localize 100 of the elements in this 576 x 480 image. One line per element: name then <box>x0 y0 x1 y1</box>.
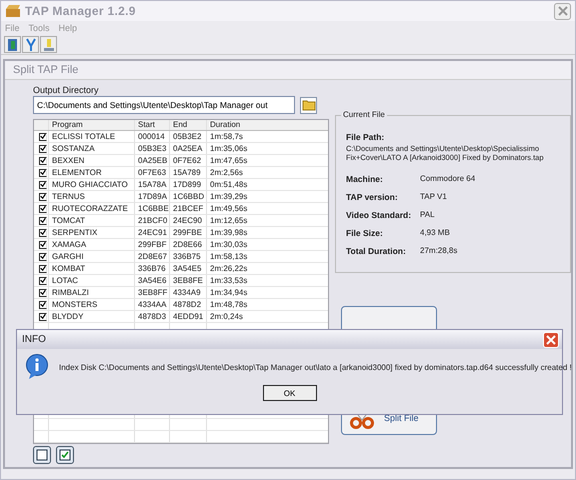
table-cell: 05B3E3 <box>135 143 170 154</box>
row-checkbox[interactable] <box>39 276 47 284</box>
table-cell-text: 1m:33,53s <box>209 275 248 286</box>
table-cell: KOMBAT <box>49 263 135 274</box>
tool-icon[interactable] <box>40 36 57 53</box>
row-checkbox[interactable] <box>39 252 47 260</box>
field-label: File Path: <box>346 132 386 142</box>
table-cell: SERPENTIX <box>49 227 135 238</box>
table-cell: 2D8E67 <box>135 251 170 262</box>
table-cell: 4878D2 <box>170 299 207 310</box>
dialog-title: INFO <box>22 334 46 345</box>
row-checkbox[interactable] <box>39 288 47 296</box>
table-cell: MURO GHIACCIATO <box>49 179 135 190</box>
row-checkbox[interactable] <box>39 300 47 308</box>
row-checkbox[interactable] <box>39 264 47 272</box>
table-cell-text: 2m:26,22s <box>209 263 248 274</box>
table-cell: 336B75 <box>170 251 207 262</box>
table-cell-text: 2m:2,56s <box>209 167 244 178</box>
window-title: TAP Manager 1.2.9 <box>25 4 136 18</box>
field-value: PAL <box>420 210 436 220</box>
table-cell: XAMAGA <box>49 239 135 250</box>
table-cell: 299FBE <box>170 227 207 238</box>
field-label: Machine: <box>346 174 384 184</box>
ok-button[interactable]: OK <box>262 385 316 401</box>
table-cell-text: 1m:39,98s <box>209 227 248 238</box>
table-cell: RIMBALZI <box>49 287 135 298</box>
table-cell-text: 1m:34,94s <box>209 287 248 298</box>
table-cell: ECLISSI TOTALE <box>49 131 135 142</box>
table-cell: 24EC90 <box>170 215 207 226</box>
row-checkbox[interactable] <box>39 144 47 152</box>
row-checkbox[interactable] <box>39 180 47 188</box>
table-cell-text: 1m:49,56s <box>209 203 248 214</box>
table-cell: LOTAC <box>49 275 135 286</box>
field-value: 27m:28,8s <box>420 246 458 256</box>
field-value: 4,93 MB <box>420 228 451 238</box>
row-checkbox[interactable] <box>39 156 47 164</box>
table-cell: 336B76 <box>135 263 170 274</box>
table-cell: 15A789 <box>170 167 207 178</box>
row-checkbox[interactable] <box>39 204 47 212</box>
check-all-button[interactable] <box>56 446 74 464</box>
table-cell-text: 1m:48,78s <box>209 299 248 310</box>
field-value: Commodore 64 <box>420 174 476 184</box>
row-checkbox[interactable] <box>39 132 47 140</box>
close-icon <box>558 6 568 16</box>
column-header[interactable]: Start <box>135 120 170 130</box>
info-icon <box>25 354 49 380</box>
table-cell: 000014 <box>135 131 170 142</box>
field-label: File Size: <box>346 228 384 238</box>
group-title: Current File <box>341 110 387 119</box>
uncheck-all-button[interactable] <box>33 446 51 464</box>
table-cell: 1C6BBE <box>135 203 170 214</box>
table-cell-text: 1m:39,29s <box>209 191 248 202</box>
table-cell: 0A25EA <box>170 143 207 154</box>
table-cell: 15A78A <box>135 179 170 190</box>
close-icon <box>546 334 556 344</box>
table-cell: TERNUS <box>49 191 135 202</box>
table-cell: BLYDDY <box>49 311 135 322</box>
table-cell: 24EC91 <box>135 227 170 238</box>
table-cell-text: 1m:35,06s <box>209 143 248 154</box>
door-icon[interactable] <box>4 36 21 53</box>
panel-title: Split TAP File <box>5 61 571 80</box>
table-cell: 4334A9 <box>170 287 207 298</box>
table-cell: 4334AA <box>135 299 170 310</box>
table-cell: 1C6BBD <box>170 191 207 202</box>
table-cell: 3EB8FF <box>135 287 170 298</box>
table-cell: BEXXEN <box>49 155 135 166</box>
table-cell: 0F7E63 <box>135 167 170 178</box>
row-checkbox[interactable] <box>39 228 47 236</box>
row-checkbox[interactable] <box>39 216 47 224</box>
table-cell-text: 1m:58,7s <box>209 131 244 142</box>
row-checkbox[interactable] <box>39 192 47 200</box>
box-icon <box>5 4 21 18</box>
table-cell-text: 0m:51,48s <box>209 179 248 190</box>
table-cell: 4878D3 <box>135 311 170 322</box>
row-checkbox[interactable] <box>39 240 47 248</box>
table-cell: 0F7E62 <box>170 155 207 166</box>
table-cell: MONSTERS <box>49 299 135 310</box>
table-cell: 2D8E66 <box>170 239 207 250</box>
field-label: TAP version: <box>346 192 399 202</box>
row-checkbox[interactable] <box>39 168 47 176</box>
table-cell-text: 1m:58,13s <box>209 251 248 262</box>
output-directory-field[interactable]: C:\Documents and Settings\Utente\Desktop\Tap Manager out <box>33 96 295 114</box>
field-value: TAP V1 <box>420 192 448 202</box>
column-header[interactable]: End <box>170 120 207 130</box>
table-cell: 3A54E5 <box>170 263 207 274</box>
table-cell: RUOTECORAZZATE <box>49 203 135 214</box>
close-button[interactable] <box>554 2 571 20</box>
field-label: Total Duration: <box>346 246 407 256</box>
table-cell: 3EB8FE <box>170 275 207 286</box>
column-header[interactable]: Program <box>49 120 135 130</box>
table-cell: 17D899 <box>170 179 207 190</box>
field-label: Video Standard: <box>346 210 412 220</box>
table-cell: 17D89A <box>135 191 170 202</box>
folder-icon[interactable] <box>300 96 317 114</box>
table-cell: 05B3E2 <box>170 131 207 142</box>
column-header[interactable]: Duration <box>207 120 328 130</box>
table-cell-text: 1m:30,03s <box>209 239 248 250</box>
table-cell: TOMCAT <box>49 215 135 226</box>
row-checkbox[interactable] <box>39 312 47 320</box>
table-cell: SOSTANZA <box>49 143 135 154</box>
